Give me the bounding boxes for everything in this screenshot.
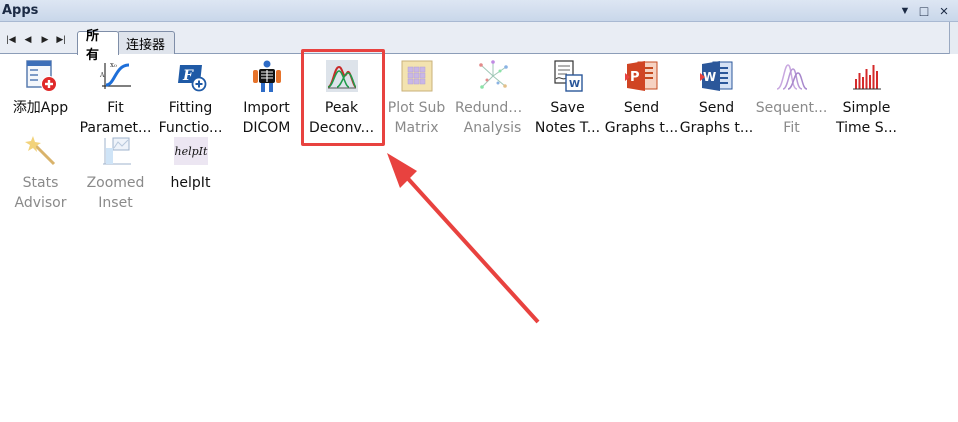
app-label-line1: Fit	[107, 100, 124, 116]
app-label-line2: DICOM	[242, 120, 291, 136]
xray-skeleton-icon	[253, 60, 281, 92]
app-label-line2: Time S...	[836, 120, 897, 136]
app-label-line2: Matrix	[394, 120, 439, 136]
app-simple-time-series[interactable]: Simple Time S...	[829, 56, 904, 136]
app-import-dicom[interactable]: Import DICOM	[229, 56, 304, 136]
app-label-line1: Save	[550, 100, 585, 116]
svg-text:W: W	[569, 79, 580, 90]
tab-connectors[interactable]: 连接器	[117, 31, 175, 54]
app-label-line2: Graphs t...	[679, 120, 754, 136]
app-label-line1: Simple	[842, 100, 891, 116]
network-scatter-icon	[479, 60, 508, 89]
app-label-line1: Send	[698, 100, 735, 116]
app-plot-sub-matrix[interactable]: Plot Sub Matrix	[379, 56, 454, 136]
tab-strip: |◀ ◀ ▶ ▶| 连接器 所有	[0, 22, 958, 63]
app-fit-parameters[interactable]: x₀ A Fit Paramet...	[78, 56, 153, 136]
app-add-app[interactable]: 添加App	[3, 56, 78, 134]
powerpoint-icon: P	[625, 61, 658, 91]
app-redundancy-analysis[interactable]: Redunda... Analysis	[455, 56, 530, 136]
add-app-icon	[26, 60, 57, 92]
last-tab-icon[interactable]: ▶|	[55, 34, 67, 45]
app-send-graphs-ppt[interactable]: P Send Graphs t...	[604, 56, 679, 136]
app-label-line1: Stats	[22, 175, 59, 191]
magic-wand-icon	[25, 136, 56, 166]
svg-text:P: P	[630, 70, 640, 85]
app-save-notes[interactable]: W Save Notes T...	[530, 56, 605, 136]
window-title-bar: Apps ▼ □ ×	[0, 0, 958, 22]
app-label-line1: 添加App	[12, 100, 69, 116]
sequential-fit-peaks-icon	[776, 64, 808, 90]
helpit-icon-text: helpIt	[175, 145, 208, 158]
app-helpit[interactable]: helpIt helpIt	[153, 131, 228, 209]
tab-all[interactable]: 所有	[77, 29, 119, 63]
tab-label: 所有	[86, 28, 100, 63]
matrix-grid-icon	[401, 60, 433, 92]
app-label-line2: Graphs t...	[604, 120, 679, 136]
app-label-line2: Analysis	[463, 120, 522, 136]
time-series-bars-icon	[853, 65, 881, 90]
close-icon[interactable]: ×	[935, 2, 953, 20]
app-label-line2: Fit	[783, 120, 800, 136]
app-label-line1: Zoomed	[86, 175, 145, 191]
save-notes-word-icon: W	[554, 60, 583, 92]
app-label-line1: Redunda...	[455, 100, 530, 116]
tab-label: 连接器	[126, 37, 166, 53]
window-title: Apps	[2, 3, 39, 18]
app-zoomed-inset[interactable]: Zoomed Inset	[78, 131, 153, 211]
app-label-line1: Sequent...	[755, 100, 828, 116]
app-sequential-fit[interactable]: Sequent... Fit	[754, 56, 829, 136]
app-label-line2: Notes T...	[534, 120, 601, 136]
first-tab-icon[interactable]: |◀	[5, 34, 17, 45]
app-label-line1: Plot Sub	[387, 100, 446, 116]
app-stats-advisor[interactable]: Stats Advisor	[3, 131, 78, 211]
app-label-line1: Send	[623, 100, 660, 116]
app-send-graphs-word[interactable]: W Send Graphs t...	[679, 56, 754, 136]
next-tab-icon[interactable]: ▶	[39, 34, 51, 45]
word-icon: W	[700, 61, 733, 91]
highlight-box	[301, 49, 385, 146]
svg-text:A: A	[99, 72, 105, 79]
prev-tab-icon[interactable]: ◀	[22, 34, 34, 45]
fit-parameters-icon: x₀ A	[99, 61, 131, 89]
app-label-line2: Inset	[98, 195, 133, 211]
apps-gallery: 添加App x₀ A Fit Paramet... F Fitting Func…	[0, 54, 958, 422]
app-label-line1: Fitting	[168, 100, 213, 116]
pin-icon[interactable]: □	[915, 2, 933, 20]
zoomed-inset-icon	[103, 137, 131, 165]
dropdown-menu-icon[interactable]: ▼	[896, 2, 914, 20]
fitting-function-icon: F	[178, 65, 207, 92]
app-fitting-function[interactable]: F Fitting Functio...	[153, 56, 228, 136]
svg-text:x₀: x₀	[110, 61, 117, 69]
helpit-icon: helpIt	[174, 137, 208, 165]
app-label-line1: helpIt	[170, 175, 211, 191]
app-label-line1: Import	[243, 100, 290, 116]
app-label-line2: Advisor	[14, 195, 67, 211]
